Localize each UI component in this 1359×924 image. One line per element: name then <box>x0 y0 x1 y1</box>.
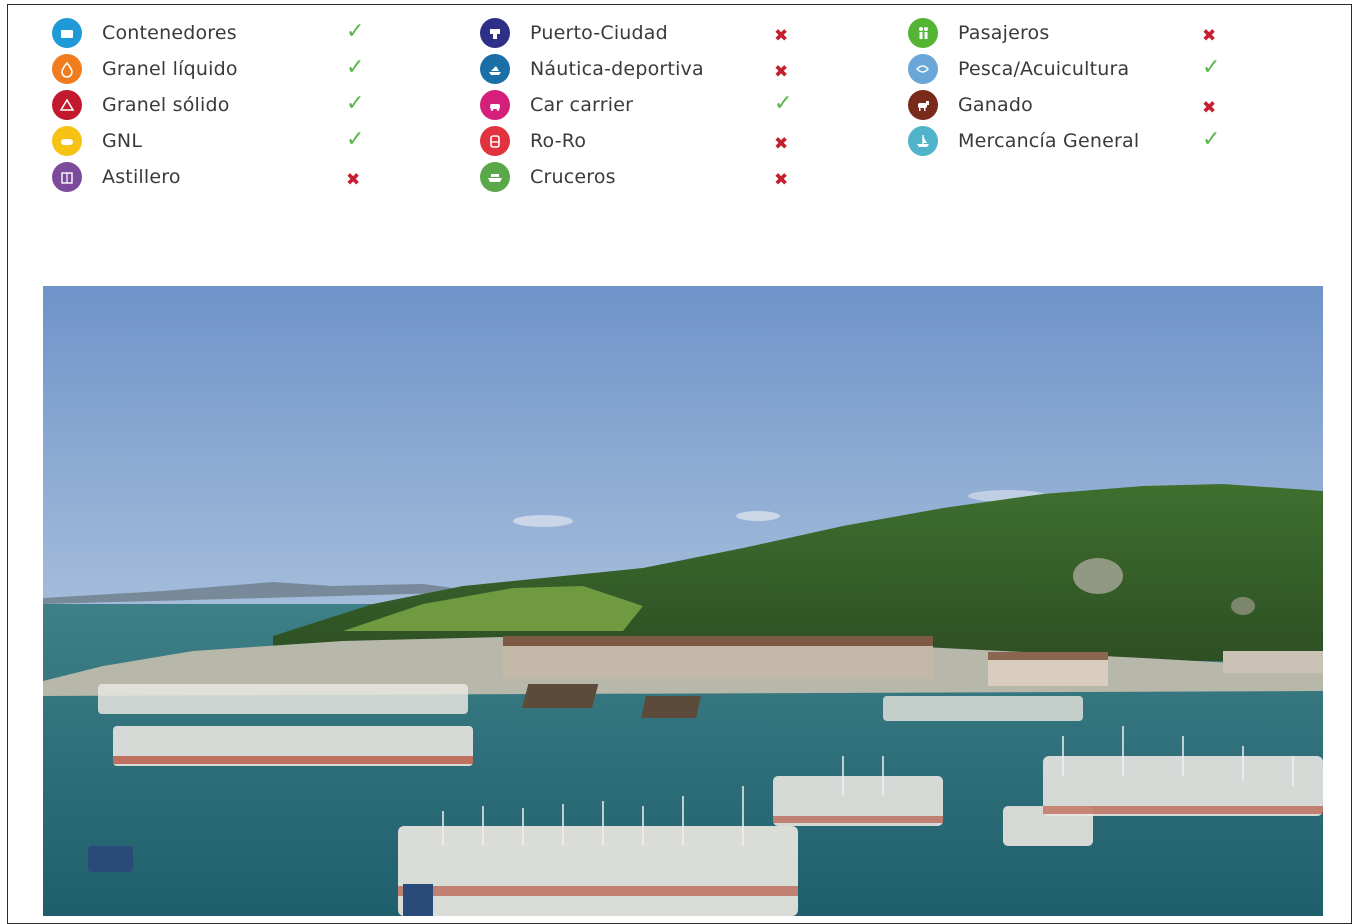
solid-bulk-icon <box>52 90 82 120</box>
checkmark-icon: ✓ <box>346 127 365 152</box>
checkmark-icon: ✓ <box>1202 127 1221 152</box>
legend-item: GNL ✓ <box>50 124 380 160</box>
legend-label: Astillero <box>102 166 181 188</box>
general-cargo-icon <box>908 126 938 156</box>
port-aerial-photo <box>43 286 1323 916</box>
cross-icon: ✖ <box>774 134 789 154</box>
legend-column-3: Pasajeros ✖ Pesca/Acuicultura ✓ Ganado ✖ Merca… <box>906 16 1236 160</box>
legend-item: Granel sólido ✓ <box>50 88 380 124</box>
livestock-icon <box>908 90 938 120</box>
legend-label: Mercancía General <box>958 130 1140 152</box>
legend-item: Car carrier ✓ <box>478 88 808 124</box>
legend-item: Puerto-Ciudad ✖ <box>478 16 808 52</box>
lng-icon <box>52 126 82 156</box>
ro-ro-icon <box>480 126 510 156</box>
checkmark-icon: ✓ <box>1202 55 1221 80</box>
legend-item: Cruceros ✖ <box>478 160 808 196</box>
cross-icon: ✖ <box>1202 26 1217 46</box>
legend-column-2: Puerto-Ciudad ✖ Náutica-deportiva ✖ Car carr… <box>478 16 808 196</box>
legend-label: Granel líquido <box>102 58 238 80</box>
fishing-icon <box>908 54 938 84</box>
legend-label: Contenedores <box>102 22 237 44</box>
cross-icon: ✖ <box>1202 98 1217 118</box>
legend-item: Astillero ✖ <box>50 160 380 196</box>
checkmark-icon: ✓ <box>774 91 793 116</box>
passengers-icon <box>908 18 938 48</box>
checkmark-icon: ✓ <box>346 91 365 116</box>
legend-item: Pasajeros ✖ <box>906 16 1236 52</box>
cross-icon: ✖ <box>346 170 361 190</box>
port-city-icon <box>480 18 510 48</box>
legend-item: Ro-Ro ✖ <box>478 124 808 160</box>
car-carrier-icon <box>480 90 510 120</box>
legend-item: Contenedores ✓ <box>50 16 380 52</box>
legend-column-1: Contenedores ✓ Granel líquido ✓ Granel sólid… <box>50 16 380 196</box>
legend-label: Ganado <box>958 94 1033 116</box>
legend-label: Car carrier <box>530 94 634 116</box>
legend-item: Ganado ✖ <box>906 88 1236 124</box>
cruise-icon <box>480 162 510 192</box>
legend-item: Náutica-deportiva ✖ <box>478 52 808 88</box>
legend-label: Puerto-Ciudad <box>530 22 668 44</box>
legend-label: GNL <box>102 130 143 152</box>
legend-label: Ro-Ro <box>530 130 587 152</box>
checkmark-icon: ✓ <box>346 19 365 44</box>
legend-label: Granel sólido <box>102 94 230 116</box>
checkmark-icon: ✓ <box>346 55 365 80</box>
legend-label: Náutica-deportiva <box>530 58 704 80</box>
shipyard-icon <box>52 162 82 192</box>
legend-item: Pesca/Acuicultura ✓ <box>906 52 1236 88</box>
legend-label: Cruceros <box>530 166 616 188</box>
nautical-sport-icon <box>480 54 510 84</box>
liquid-bulk-icon <box>52 54 82 84</box>
legend-label: Pesca/Acuicultura <box>958 58 1130 80</box>
legend-label: Pasajeros <box>958 22 1050 44</box>
cross-icon: ✖ <box>774 62 789 82</box>
port-activities-legend: Contenedores ✓ Granel líquido ✓ Granel sólid… <box>50 16 1250 206</box>
cross-icon: ✖ <box>774 170 789 190</box>
legend-item: Mercancía General ✓ <box>906 124 1236 160</box>
cross-icon: ✖ <box>774 26 789 46</box>
legend-item: Granel líquido ✓ <box>50 52 380 88</box>
container-icon <box>52 18 82 48</box>
